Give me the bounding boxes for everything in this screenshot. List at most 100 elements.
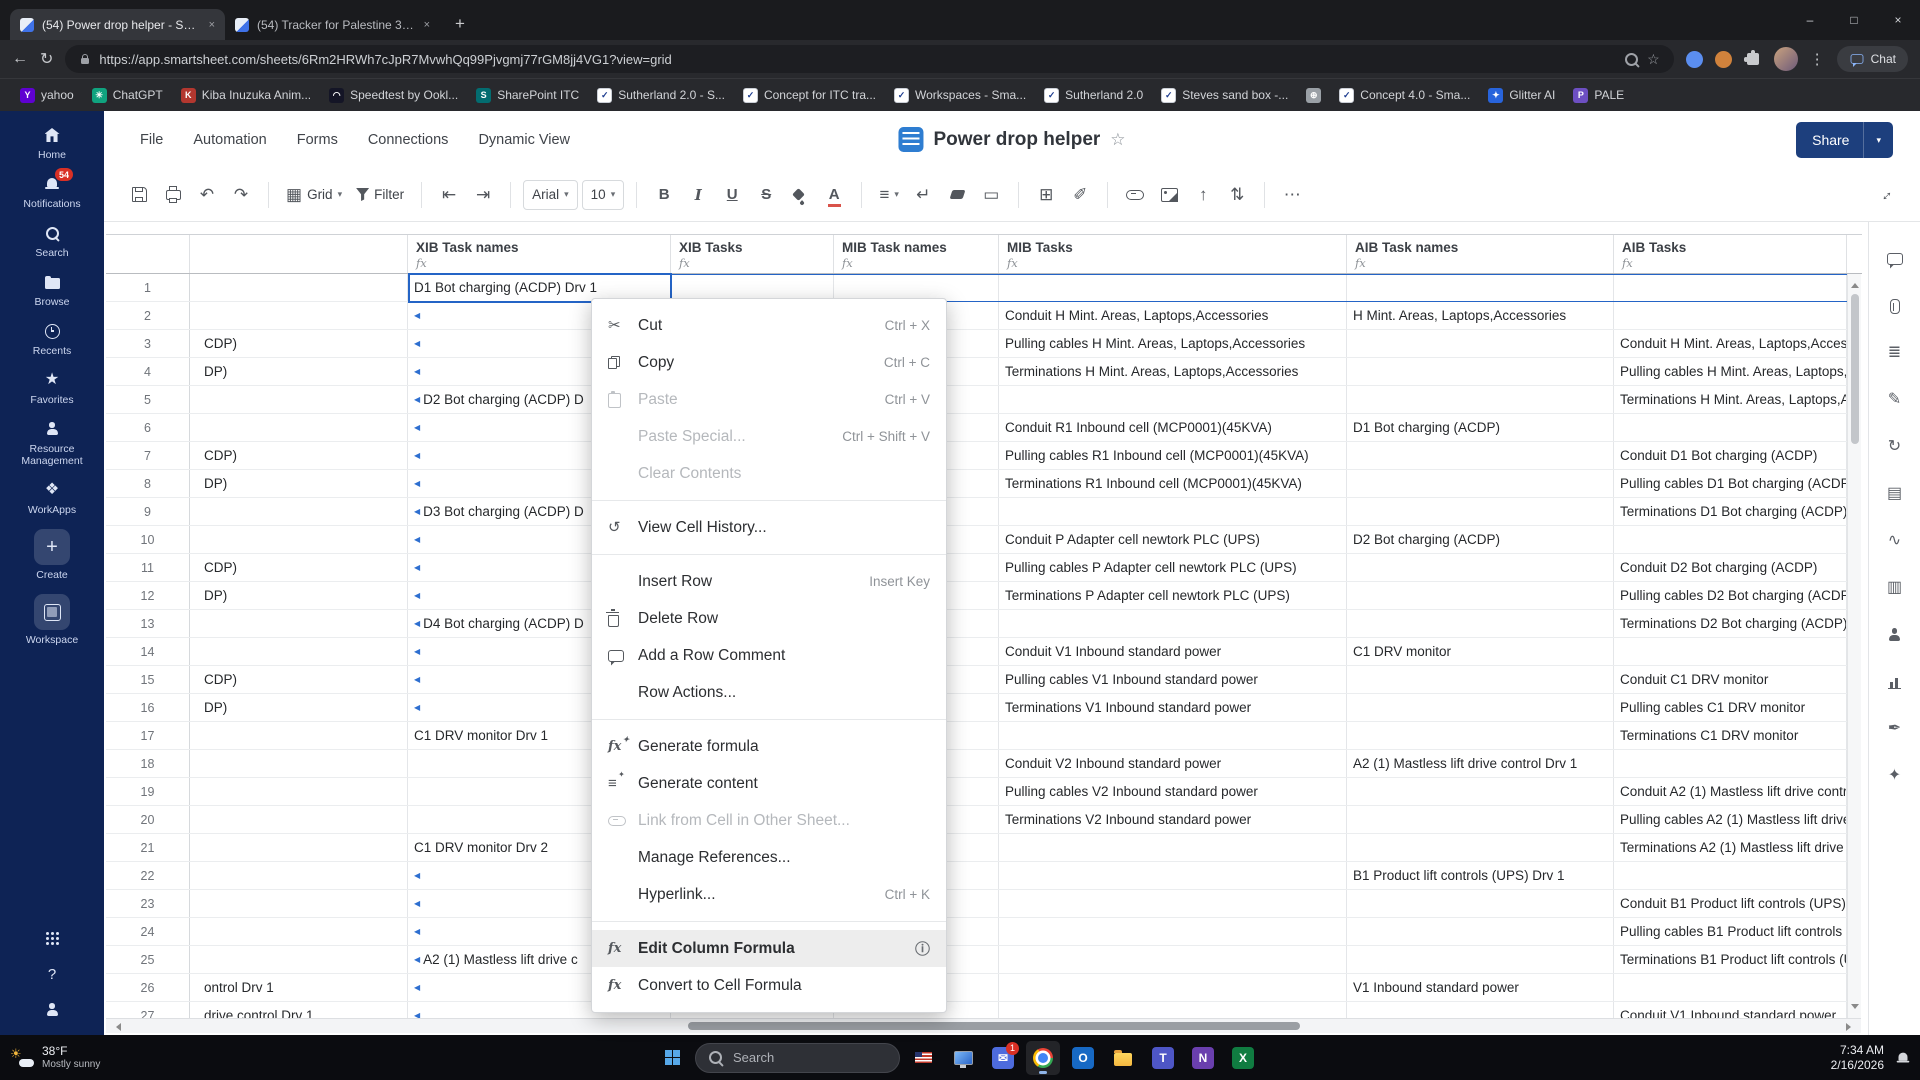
row-number[interactable]: 12	[106, 582, 190, 609]
cell[interactable]	[1347, 1002, 1614, 1018]
cell[interactable]	[999, 834, 1347, 861]
row-number[interactable]: 3	[106, 330, 190, 357]
row-number[interactable]: 9	[106, 498, 190, 525]
bookmark-item[interactable]: ✓ Concept for ITC tra...	[735, 85, 884, 106]
cell[interactable]	[190, 274, 408, 301]
cell[interactable]	[190, 526, 408, 553]
cell[interactable]: Pulling cables B1 Product lift controls …	[1614, 918, 1847, 945]
cell[interactable]: CDP)	[190, 666, 408, 693]
cell[interactable]	[1347, 582, 1614, 609]
cell[interactable]	[999, 890, 1347, 917]
cell[interactable]	[1347, 610, 1614, 637]
share-button[interactable]: Share ▾	[1796, 122, 1893, 158]
cell[interactable]	[190, 498, 408, 525]
redo-button[interactable]: ↷	[226, 179, 256, 211]
bookmark-item[interactable]: S SharePoint ITC	[468, 85, 587, 106]
cell[interactable]: H Mint. Areas, Laptops,Accessories	[1347, 302, 1614, 329]
rail-comments-button[interactable]	[1886, 250, 1903, 268]
font-family-button[interactable]: Arial ▾	[523, 179, 578, 210]
sidebar-item-notifications[interactable]: 54 Notifications	[0, 168, 104, 210]
cell[interactable]	[190, 610, 408, 637]
cell[interactable]	[190, 778, 408, 805]
strikethrough-button[interactable]: S	[751, 179, 781, 211]
back-icon[interactable]: ←	[12, 50, 28, 68]
cell[interactable]	[1347, 358, 1614, 385]
bookmark-item[interactable]: ✳ ChatGPT	[84, 85, 171, 106]
cell[interactable]	[671, 274, 834, 301]
sidebar-item-workspace[interactable]: Workspace	[0, 594, 104, 646]
indent-button[interactable]: ⇥	[468, 179, 498, 211]
zoom-icon[interactable]	[1625, 52, 1639, 66]
taskbar-language-flag[interactable]	[906, 1041, 940, 1075]
menu-item-paste-special[interactable]: Paste Special... Ctrl + Shift + V	[592, 418, 946, 455]
undo-button[interactable]: ↶	[192, 179, 222, 211]
menu-file[interactable]: File	[140, 132, 163, 148]
cell[interactable]: Terminations V1 Inbound standard power	[999, 694, 1347, 721]
cell[interactable]: Pulling cables V2 Inbound standard power	[999, 778, 1347, 805]
sidebar-item-recents[interactable]: Recents	[0, 321, 104, 357]
cell[interactable]	[999, 274, 1347, 301]
vertical-scrollbar[interactable]	[1847, 274, 1861, 1018]
menu-connections[interactable]: Connections	[368, 132, 449, 148]
extension-icon[interactable]	[1685, 50, 1703, 68]
menu-item-paste[interactable]: Paste Ctrl + V	[592, 381, 946, 418]
cell[interactable]	[190, 750, 408, 777]
rail-publish-button[interactable]: ▤	[1887, 485, 1902, 503]
row-number[interactable]: 5	[106, 386, 190, 413]
lock-icon[interactable]	[81, 54, 90, 64]
cell[interactable]: Terminations H Mint. Areas, Laptops,Acce…	[1614, 386, 1847, 413]
column-header-xib-task-names[interactable]: XIB Task names fx	[408, 235, 671, 273]
menu-item-view-cell-history[interactable]: ↺ View Cell History...	[592, 509, 946, 546]
cell[interactable]	[1614, 750, 1847, 777]
column-header-mib-task-names[interactable]: MIB Task names fx	[834, 235, 999, 273]
scroll-down-icon[interactable]	[1850, 1004, 1859, 1013]
row-number[interactable]: 6	[106, 414, 190, 441]
scroll-left-icon[interactable]	[112, 1022, 121, 1031]
cell[interactable]	[1347, 470, 1614, 497]
browser-tab[interactable]: (54) Power drop helper - Smartsh ×	[10, 9, 225, 40]
vertical-scroll-thumb[interactable]	[1851, 294, 1859, 444]
cell[interactable]: Conduit P Adapter cell newtork PLC (UPS)	[999, 526, 1347, 553]
bookmark-star-icon[interactable]: ☆	[1647, 51, 1660, 68]
taskbar-start[interactable]	[655, 1041, 689, 1075]
font-size-button[interactable]: 10 ▾	[581, 179, 625, 210]
sidebar-item-browse[interactable]: Browse	[0, 272, 104, 308]
cell[interactable]: DP)	[190, 694, 408, 721]
cell[interactable]	[190, 890, 408, 917]
cell[interactable]	[190, 806, 408, 833]
cell[interactable]: Pulling cables R1 Inbound cell (MCP0001)…	[999, 442, 1347, 469]
cell[interactable]	[190, 834, 408, 861]
italic-button[interactable]: I	[683, 179, 713, 211]
sidebar-account-button[interactable]	[45, 1001, 59, 1019]
sidebar-item-favorites[interactable]: ★ Favorites	[0, 370, 104, 407]
bookmark-item[interactable]: Yyahoo	[12, 85, 82, 106]
row-number[interactable]: 27	[106, 1002, 190, 1018]
cell[interactable]: Terminations P Adapter cell newtork PLC …	[999, 582, 1347, 609]
cell[interactable]: DP)	[190, 582, 408, 609]
menu-item-generate-content[interactable]: ≡ Generate content	[592, 765, 946, 802]
sidebar-item-home[interactable]: Home	[0, 125, 104, 161]
cell[interactable]: A2 (1) Mastless lift drive control Drv 1	[1347, 750, 1614, 777]
new-tab-button[interactable]: +	[446, 10, 474, 38]
cell[interactable]	[1347, 918, 1614, 945]
rail-row-report-button[interactable]: ≣	[1888, 344, 1901, 362]
format-painter-button[interactable]: ▭	[976, 179, 1006, 211]
column-header-aib-tasks[interactable]: AIB Tasks fx	[1614, 235, 1847, 273]
cell[interactable]	[1347, 666, 1614, 693]
cell[interactable]: D2 Bot charging (ACDP)	[1347, 526, 1614, 553]
image-button[interactable]	[1154, 179, 1184, 211]
menu-item-delete-row[interactable]: Delete Row	[592, 600, 946, 637]
row-number[interactable]: 19	[106, 778, 190, 805]
cell[interactable]	[1347, 946, 1614, 973]
cell[interactable]	[1347, 834, 1614, 861]
attachment-button[interactable]: ↑	[1188, 179, 1218, 211]
cell[interactable]: C1 DRV monitor	[1347, 638, 1614, 665]
print-button[interactable]	[158, 179, 188, 211]
cell[interactable]: Terminations V2 Inbound standard power	[999, 806, 1347, 833]
cell[interactable]	[190, 862, 408, 889]
cell[interactable]	[1614, 414, 1847, 441]
reload-icon[interactable]: ↻	[40, 49, 53, 69]
menu-item-insert-row[interactable]: Insert Row Insert Key	[592, 563, 946, 600]
maximize-button[interactable]: □	[1832, 0, 1876, 40]
row-number[interactable]: 21	[106, 834, 190, 861]
